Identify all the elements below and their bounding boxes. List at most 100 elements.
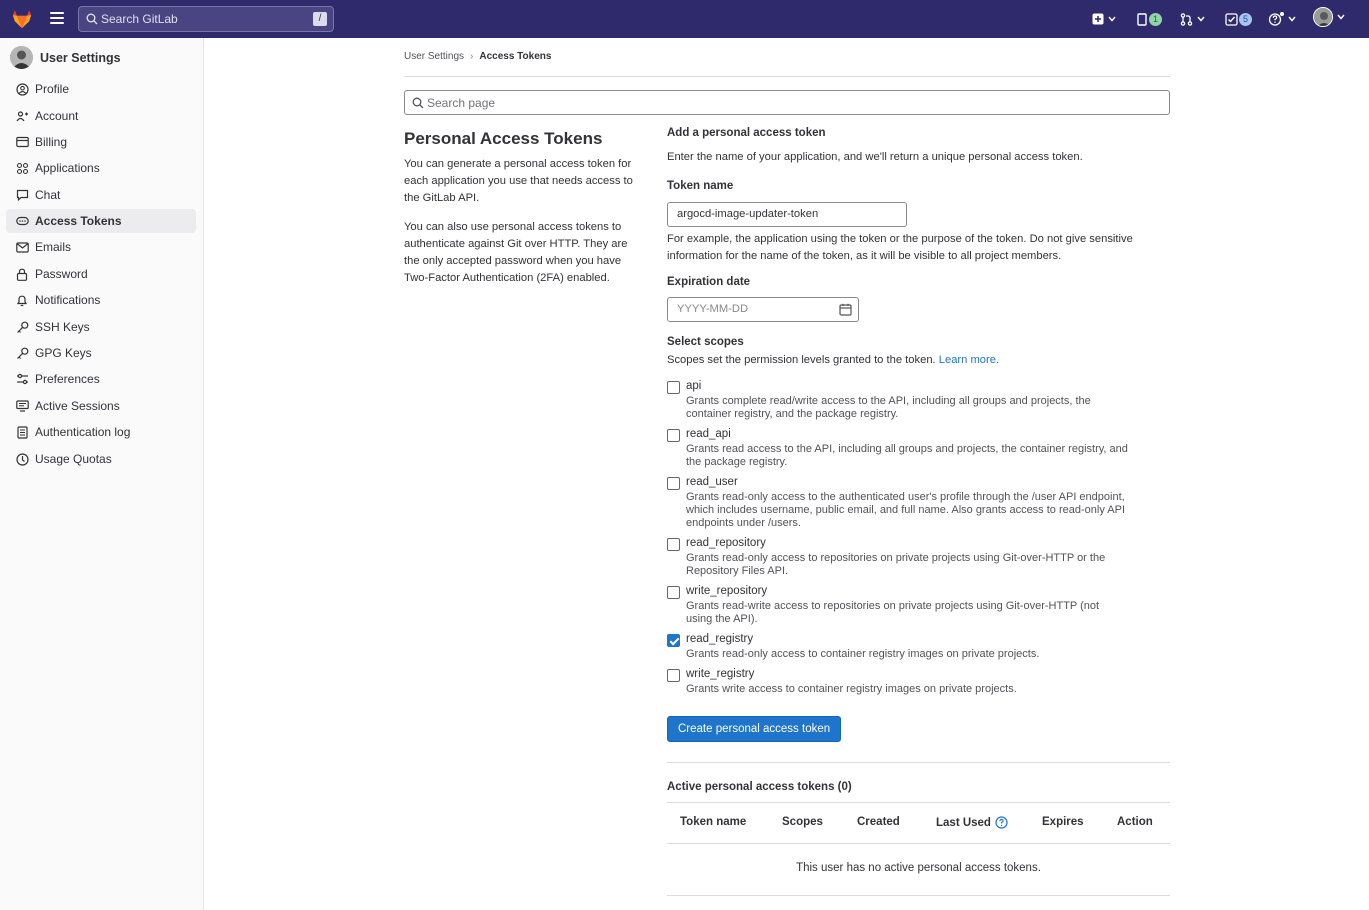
divider — [667, 762, 1170, 763]
scope-name[interactable]: read_user — [686, 476, 738, 488]
divider — [404, 76, 1170, 77]
help-dropdown[interactable] — [1268, 11, 1296, 27]
chevron-down-icon — [1337, 14, 1345, 20]
monitor-icon — [15, 399, 29, 413]
mail-icon — [15, 240, 29, 254]
sidebar-item-chat[interactable]: Chat — [6, 183, 196, 207]
sidebar-item-label: Active Sessions — [35, 399, 120, 413]
gitlab-logo-icon[interactable] — [11, 8, 33, 30]
scope-name[interactable]: api — [686, 380, 701, 392]
page-title: Personal Access Tokens — [404, 129, 603, 148]
scope-read-repository-checkbox[interactable] — [667, 538, 680, 551]
scope-write-registry-checkbox[interactable] — [667, 669, 680, 682]
sidebar-item-profile[interactable]: Profile — [6, 77, 196, 101]
scope-read-user-checkbox[interactable] — [667, 477, 680, 490]
sidebar-item-password[interactable]: Password — [6, 262, 196, 286]
sidebar-item-preferences[interactable]: Preferences — [6, 367, 196, 391]
breadcrumb-current[interactable]: Access Tokens — [479, 51, 551, 62]
scope-api-checkbox[interactable] — [667, 381, 680, 394]
column-header-last-used-label: Last Used — [936, 816, 991, 829]
sidebar-item-notifications[interactable]: Notifications — [6, 288, 196, 312]
scope-description: Grants read-only access to the authentic… — [686, 491, 1176, 530]
divider — [667, 895, 1170, 896]
token-name-help-line-2: information for the name of the token, a… — [667, 250, 1062, 262]
sidebar-item-label: Notifications — [35, 293, 101, 307]
sidebar-item-ssh-keys[interactable]: SSH Keys — [6, 315, 196, 339]
scope-name[interactable]: write_registry — [686, 668, 754, 680]
scope-name[interactable]: read_registry — [686, 633, 753, 645]
scopes-help: Scopes set the permission levels granted… — [667, 352, 999, 369]
learn-more-link[interactable]: Learn more. — [939, 354, 999, 366]
empty-tokens-message: This user has no active personal access … — [796, 862, 1041, 874]
expiration-date-input[interactable]: YYYY-MM-DD — [667, 297, 859, 322]
global-search-input[interactable]: Search GitLab / — [78, 6, 334, 32]
scope-name[interactable]: write_repository — [686, 585, 767, 597]
issues-icon — [1137, 12, 1147, 26]
scope-description-line: the package registry. — [686, 456, 788, 468]
scope-write-repository-checkbox[interactable] — [667, 586, 680, 599]
page-search-input[interactable]: Search page — [404, 90, 1170, 115]
user-menu-dropdown[interactable] — [1313, 7, 1345, 27]
divider — [667, 843, 1170, 844]
notifications-icon — [15, 293, 29, 307]
sidebar-item-label: Password — [35, 267, 88, 281]
breadcrumb-user-settings-link[interactable]: User Settings — [404, 51, 464, 62]
scope-description-line: Grants read-only access to container reg… — [686, 648, 1040, 660]
scope-read-api-checkbox[interactable] — [667, 429, 680, 442]
scope-description: Grants write access to container registr… — [686, 683, 1176, 696]
sidebar-item-active-sessions[interactable]: Active Sessions — [6, 394, 196, 418]
sidebar-item-label: Profile — [35, 82, 70, 96]
help-icon — [1268, 12, 1284, 26]
sidebar-item-authentication-log[interactable]: Authentication log — [6, 420, 196, 444]
sidebar-item-label: Usage Quotas — [35, 452, 112, 466]
key-icon — [15, 346, 29, 360]
todos-button[interactable]: 5 — [1225, 11, 1252, 27]
scope-name[interactable]: read_api — [686, 428, 731, 440]
calendar-icon[interactable] — [839, 303, 852, 316]
sidebar-item-account[interactable]: Account — [6, 104, 196, 128]
create-token-button[interactable]: Create personal access token — [667, 716, 842, 742]
sidebar-item-label: Emails — [35, 240, 72, 254]
chevron-down-icon — [1197, 16, 1205, 22]
credit-card-icon — [15, 135, 29, 149]
scope-description-line: Grants read access to the API, including… — [686, 443, 1128, 455]
sidebar-item-access-tokens[interactable]: Access Tokens — [6, 209, 196, 233]
column-header-scopes: Scopes — [782, 816, 823, 828]
log-icon — [15, 425, 29, 439]
token-name-label: Token name — [667, 180, 734, 192]
preferences-icon — [15, 372, 29, 386]
form-heading: Add a personal access token — [667, 127, 826, 139]
sidebar-item-usage-quotas[interactable]: Usage Quotas — [6, 447, 196, 471]
breadcrumb-separator: › — [470, 51, 474, 62]
sidebar-item-label: Preferences — [35, 372, 100, 386]
chevron-down-icon — [1108, 16, 1116, 22]
sidebar-item-label: Account — [35, 109, 79, 123]
sidebar-item-emails[interactable]: Emails — [6, 235, 196, 259]
merge-requests-dropdown[interactable] — [1180, 11, 1205, 27]
select-scopes-label: Select scopes — [667, 336, 744, 348]
scope-name[interactable]: read_repository — [686, 537, 766, 549]
sidebar-item-applications[interactable]: Applications — [6, 156, 196, 180]
todo-icon — [1225, 12, 1238, 26]
intro-paragraph-2: You can also use personal access tokens … — [404, 221, 628, 284]
scope-description-line: Repository Files API. — [686, 565, 789, 577]
menu-icon[interactable] — [50, 12, 64, 26]
search-shortcut-badge: / — [313, 12, 327, 26]
sidebar-item-billing[interactable]: Billing — [6, 130, 196, 154]
token-name-help-line-1: For example, the application using the t… — [667, 233, 1133, 245]
quota-icon — [15, 452, 29, 466]
create-new-dropdown[interactable] — [1092, 11, 1116, 27]
sidebar-item-label: SSH Keys — [35, 320, 90, 334]
sidebar-header[interactable]: User Settings — [10, 46, 121, 69]
form-description: Enter the name of your application, and … — [667, 151, 1083, 163]
sidebar-item-gpg-keys[interactable]: GPG Keys — [6, 341, 196, 365]
sidebar-item-label: Access Tokens — [35, 214, 122, 228]
avatar — [10, 46, 33, 69]
scope-read-registry-checkbox[interactable] — [667, 634, 680, 647]
column-header-created: Created — [857, 816, 900, 828]
question-circle-icon[interactable] — [995, 816, 1008, 829]
applications-icon — [15, 161, 29, 175]
merge-request-icon — [1180, 12, 1193, 26]
token-name-input[interactable]: argocd-image-updater-token — [667, 202, 907, 227]
issues-button[interactable]: 1 — [1137, 11, 1162, 27]
